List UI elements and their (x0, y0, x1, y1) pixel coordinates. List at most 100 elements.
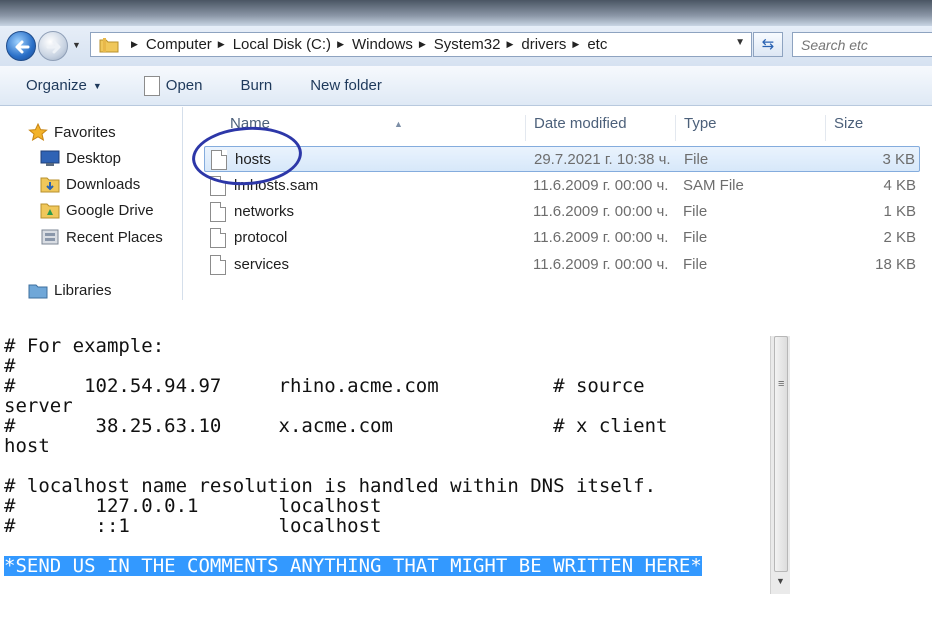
address-bar[interactable]: ▶ Computer ▶ Local Disk (C:) ▶ Windows ▶… (90, 32, 752, 57)
libraries-icon (28, 281, 48, 299)
organize-button[interactable]: Organize ▼ (26, 77, 102, 94)
column-header-date-label: Date modified (534, 115, 627, 132)
open-button[interactable]: Open (143, 75, 203, 96)
file-row-hosts[interactable]: hosts 29.7.2021 г. 10:38 ч. File 3 KB (204, 146, 920, 172)
file-size: 18 KB (875, 256, 916, 273)
burn-button[interactable]: Burn (241, 77, 273, 94)
file-name: services (234, 256, 290, 273)
file-row-services[interactable]: services 11.6.2009 г. 00:00 ч. File 18 KB (204, 252, 920, 278)
file-date-modified: 11.6.2009 г. 00:00 ч. (533, 229, 669, 246)
folder-icon (99, 37, 119, 53)
text-line: # For example: (4, 336, 165, 357)
file-name: protocol (234, 229, 288, 246)
new-folder-button[interactable]: New folder (310, 77, 382, 94)
column-header-size[interactable]: Size (825, 115, 921, 141)
breadcrumb-separator-icon[interactable]: ▶ (337, 39, 344, 50)
back-arrow-icon (15, 40, 30, 54)
refresh-icon: ⇆ (761, 36, 775, 53)
nav-desktop[interactable]: Desktop (40, 149, 121, 167)
breadcrumb-computer[interactable]: Computer (146, 36, 212, 53)
breadcrumb-windows[interactable]: Windows (352, 36, 413, 53)
column-header-date-modified[interactable]: Date modified (525, 115, 675, 141)
back-button[interactable] (6, 31, 36, 61)
file-size: 1 KB (883, 203, 916, 220)
nav-google-drive[interactable]: Google Drive (40, 201, 154, 219)
nav-google-drive-label: Google Drive (66, 201, 154, 219)
text-line (4, 536, 770, 556)
file-icon (210, 228, 226, 248)
file-row-networks[interactable]: networks 11.6.2009 г. 00:00 ч. File 1 KB (204, 199, 920, 225)
recent-places-icon (40, 228, 60, 246)
text-line: # localhost name resolution is handled w… (4, 475, 657, 497)
grip-icon: ≡ (778, 378, 785, 390)
file-type: SAM File (683, 177, 744, 194)
refresh-button[interactable]: ⇆ (753, 32, 783, 57)
file-icon (210, 255, 226, 275)
command-bar: Organize ▼ Open Burn New folder (0, 66, 932, 106)
file-date-modified: 11.6.2009 г. 00:00 ч. (533, 203, 669, 220)
file-size: 4 KB (883, 177, 916, 194)
column-header-size-label: Size (834, 115, 864, 132)
nav-favorites-label: Favorites (54, 123, 116, 141)
organize-label: Organize (26, 77, 87, 94)
nav-libraries[interactable]: Libraries (28, 281, 112, 299)
file-type: File (683, 229, 708, 246)
breadcrumb-separator-icon[interactable]: ▶ (572, 39, 579, 50)
file-name: networks (234, 203, 295, 220)
breadcrumb-system32[interactable]: System32 (434, 36, 501, 53)
breadcrumb-local-disk[interactable]: Local Disk (C:) (233, 36, 331, 53)
desktop-icon (40, 149, 60, 167)
text-editor-area[interactable]: # For example: # # 102.54.94.97 rhino.acme… (4, 336, 770, 594)
text-line: server (4, 395, 73, 417)
file-type: File (683, 203, 708, 220)
text-line: # 38.25.63.10 x.acme.com # x client (4, 415, 668, 437)
open-label: Open (165, 77, 203, 94)
file-row-protocol[interactable]: protocol 11.6.2009 г. 00:00 ч. File 2 KB (204, 225, 920, 251)
navigation-pane: Favorites Desktop Downloads Google Drive… (0, 107, 183, 300)
notepad-editor: # For example: # # 102.54.94.97 rhino.acme… (0, 336, 790, 594)
text-line: # 102.54.94.97 rhino.acme.com # source (4, 375, 645, 397)
text-line: # ::1 localhost (4, 515, 382, 537)
file-date-modified: 11.6.2009 г. 00:00 ч. (533, 256, 669, 273)
file-date-modified: 11.6.2009 г. 00:00 ч. (533, 177, 669, 194)
breadcrumb-drivers[interactable]: drivers (521, 36, 566, 53)
chevron-down-icon: ▼ (92, 80, 102, 91)
nav-recent-places[interactable]: Recent Places (40, 228, 163, 246)
search-input[interactable] (792, 32, 932, 57)
forward-button[interactable] (38, 31, 68, 61)
title-bar (0, 0, 932, 26)
downloads-folder-icon (40, 175, 60, 193)
breadcrumb-separator-icon: ▶ (131, 39, 138, 49)
address-dropdown-icon[interactable]: ▼ (735, 37, 745, 48)
column-header-type-label: Type (684, 115, 717, 132)
breadcrumb-separator-icon[interactable]: ▶ (419, 39, 426, 50)
google-drive-folder-icon (40, 201, 60, 219)
nav-downloads-label: Downloads (66, 175, 141, 193)
file-date-modified: 29.7.2021 г. 10:38 ч. (534, 151, 671, 168)
file-type: File (683, 256, 708, 273)
history-dropdown-icon[interactable]: ▼ (72, 40, 81, 50)
text-line (4, 456, 770, 476)
breadcrumb-separator-icon[interactable]: ▶ (218, 39, 225, 50)
text-line: # (4, 355, 16, 377)
scroll-down-arrow-icon[interactable]: ▼ (776, 576, 785, 586)
nav-favorites[interactable]: Favorites (28, 122, 116, 142)
breadcrumb-etc[interactable]: etc (587, 36, 607, 53)
vertical-scrollbar[interactable]: ≡ ▼ (770, 336, 790, 594)
explorer-window: ▼ ▶ Computer ▶ Local Disk (C:) ▶ Windows… (0, 0, 932, 300)
file-type: File (684, 151, 709, 168)
file-row-lmhosts-sam[interactable]: lmhosts.sam 11.6.2009 г. 00:00 ч. SAM File… (204, 173, 920, 199)
breadcrumb-separator-icon[interactable]: ▶ (506, 39, 513, 50)
nav-recent-places-label: Recent Places (66, 228, 163, 246)
file-size: 2 KB (883, 229, 916, 246)
nav-libraries-label: Libraries (54, 281, 112, 299)
text-line: host (4, 435, 50, 457)
sort-ascending-icon: ▲ (394, 119, 403, 129)
selected-text-line: *SEND US IN THE COMMENTS ANYTHING THAT M… (4, 555, 702, 577)
column-header-type[interactable]: Type (675, 115, 825, 141)
star-icon (28, 122, 48, 142)
nav-downloads[interactable]: Downloads (40, 175, 140, 193)
scrollbar-thumb[interactable]: ≡ (774, 336, 788, 572)
file-icon (210, 202, 226, 222)
forward-arrow-icon (46, 40, 61, 54)
